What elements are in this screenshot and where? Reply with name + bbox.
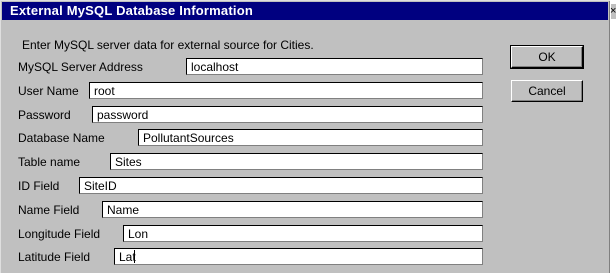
database-name-input[interactable]: PollutantSources bbox=[138, 129, 483, 146]
title-bar[interactable]: External MySQL Database Information bbox=[2, 2, 608, 20]
window-title: External MySQL Database Information bbox=[10, 3, 253, 18]
longitude-field-label: Longitude Field bbox=[18, 227, 101, 241]
password-input[interactable]: password bbox=[92, 106, 483, 123]
database-name-label: Database Name bbox=[18, 131, 105, 145]
password-label: Password bbox=[18, 108, 71, 122]
close-icon: × bbox=[610, 5, 616, 17]
name-field-label: Name Field bbox=[18, 203, 80, 217]
text-caret bbox=[133, 250, 135, 263]
server-address-input[interactable]: localhost bbox=[186, 58, 483, 75]
table-name-label: Table name bbox=[18, 155, 81, 169]
instructions-text: Enter MySQL server data for external sou… bbox=[22, 38, 314, 52]
id-field-label: ID Field bbox=[18, 179, 60, 193]
latitude-field-input[interactable]: Lat bbox=[114, 248, 483, 265]
table-name-input[interactable]: Sites bbox=[110, 153, 483, 170]
ok-button[interactable]: OK bbox=[510, 45, 584, 69]
mysql-info-dialog: External MySQL Database Information × En… bbox=[0, 0, 616, 273]
user-name-label: User Name bbox=[18, 84, 79, 98]
close-button[interactable]: × bbox=[610, 3, 616, 19]
id-field-input[interactable]: SiteID bbox=[79, 177, 483, 194]
latitude-field-label: Latitude Field bbox=[18, 250, 91, 264]
user-name-input[interactable]: root bbox=[89, 82, 483, 99]
name-field-input[interactable]: Name bbox=[102, 201, 483, 218]
server-address-label: MySQL Server Address bbox=[18, 60, 143, 74]
cancel-button[interactable]: Cancel bbox=[511, 80, 583, 102]
longitude-field-input[interactable]: Lon bbox=[123, 225, 483, 242]
